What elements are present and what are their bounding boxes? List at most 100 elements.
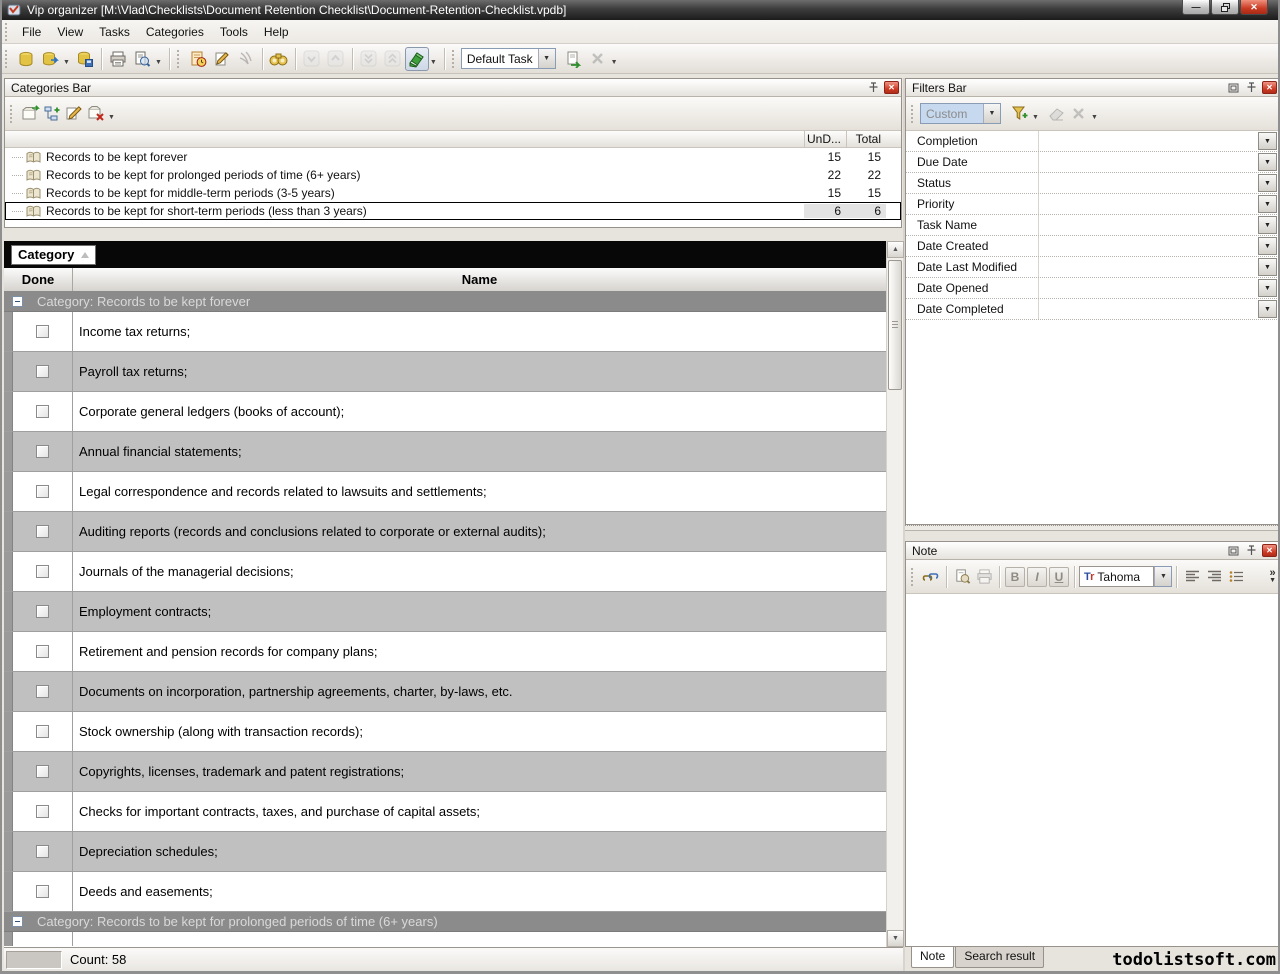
note-print-button[interactable] [973, 566, 995, 588]
new-task-button[interactable] [186, 47, 210, 71]
filter-dropdown-button[interactable]: ▼ [1258, 258, 1277, 276]
find-tasks-button[interactable] [267, 47, 291, 71]
category-tree-item[interactable]: Records to be kept for middle-term perio… [5, 184, 901, 202]
new-subcategory-button[interactable] [41, 103, 63, 125]
task-row[interactable]: Annual financial statements; [4, 432, 886, 472]
filter-value-cell[interactable] [1038, 131, 1258, 151]
filters-restore-icon[interactable] [1226, 81, 1241, 94]
filter-dropdown-button[interactable]: ▼ [1258, 174, 1277, 192]
menu-tasks[interactable]: Tasks [91, 22, 138, 42]
filter-value-cell[interactable] [1038, 278, 1258, 298]
task-template-dropdown[interactable]: ▼ [538, 49, 555, 68]
column-total[interactable]: Total [846, 131, 886, 147]
new-database-button[interactable] [14, 47, 38, 71]
add-filter-button[interactable] [1009, 103, 1031, 125]
filter-dropdown-button[interactable]: ▼ [1258, 279, 1277, 297]
filter-preset-dropdown[interactable]: ▼ [983, 104, 1000, 123]
task-checkbox[interactable] [36, 565, 49, 578]
filter-dropdown-button[interactable]: ▼ [1258, 195, 1277, 213]
column-undone[interactable]: UnD... [804, 131, 846, 147]
category-group-row[interactable]: Category: Records to be kept forever [4, 292, 886, 312]
task-row[interactable]: Documents on incorporation, partnership … [4, 672, 886, 712]
note-pin-icon[interactable] [1244, 544, 1259, 557]
new-category-button[interactable] [19, 103, 41, 125]
insert-link-button[interactable] [920, 566, 942, 588]
move-top-button[interactable] [381, 47, 405, 71]
save-database-button[interactable] [73, 47, 97, 71]
print-preview-button[interactable] [130, 47, 154, 71]
horizontal-splitter[interactable] [905, 525, 1280, 541]
task-checkbox[interactable] [36, 845, 49, 858]
open-database-dropdown[interactable]: ▼ [63, 59, 70, 66]
task-checkbox[interactable] [36, 765, 49, 778]
filter-dropdown-button[interactable]: ▼ [1258, 300, 1277, 318]
delete-template-button[interactable] [586, 47, 610, 71]
filters-close-button[interactable]: ✕ [1262, 81, 1277, 94]
edit-task-button[interactable] [210, 47, 234, 71]
clear-filter-button[interactable] [1046, 103, 1068, 125]
menu-categories[interactable]: Categories [138, 22, 212, 42]
task-row[interactable]: Journals of the managerial decisions; [4, 552, 886, 592]
task-checkbox[interactable] [36, 525, 49, 538]
open-database-button[interactable] [38, 47, 62, 71]
note-editor[interactable] [906, 594, 1279, 946]
filter-dropdown-button[interactable]: ▼ [1258, 132, 1277, 150]
delete-task-button[interactable] [234, 47, 258, 71]
filter-dropdown-button[interactable]: ▼ [1258, 216, 1277, 234]
bold-button[interactable]: B [1005, 567, 1025, 587]
task-row[interactable]: Stock ownership (along with transaction … [4, 712, 886, 752]
menu-tools[interactable]: Tools [212, 22, 256, 42]
filter-value-cell[interactable] [1038, 194, 1258, 214]
toolbar-overflow-button[interactable]: » ▼ [1269, 569, 1276, 585]
categories-toolbar-dropdown[interactable]: ▼ [108, 114, 115, 121]
filter-dropdown-button[interactable]: ▼ [1258, 237, 1277, 255]
task-row[interactable]: Copyrights, licenses, trademark and pate… [4, 752, 886, 792]
apply-template-button[interactable] [562, 47, 586, 71]
task-row[interactable]: Employment contracts; [4, 592, 886, 632]
scroll-down-icon[interactable]: ▼ [887, 930, 904, 947]
task-checkbox[interactable] [36, 605, 49, 618]
align-right-icon[interactable] [1203, 566, 1225, 588]
print-button[interactable] [106, 47, 130, 71]
task-checkbox[interactable] [36, 725, 49, 738]
task-row[interactable]: Retirement and pension records for compa… [4, 632, 886, 672]
task-checkbox[interactable] [36, 645, 49, 658]
task-row[interactable]: Depreciation schedules; [4, 832, 886, 872]
filter-value-cell[interactable] [1038, 257, 1258, 277]
task-row[interactable]: Deeds and easements; [4, 872, 886, 912]
note-preview-button[interactable] [951, 566, 973, 588]
align-left-icon[interactable] [1181, 566, 1203, 588]
bullet-list-icon[interactable] [1225, 566, 1247, 588]
header-done[interactable]: Done [4, 272, 72, 287]
filters-toolbar-dropdown[interactable]: ▼ [1091, 114, 1098, 121]
task-row[interactable]: Income tax returns; [4, 312, 886, 352]
minimize-button[interactable]: — [1182, 0, 1210, 15]
task-checkbox[interactable] [36, 325, 49, 338]
note-close-button[interactable]: ✕ [1262, 544, 1277, 557]
underline-button[interactable]: U [1049, 567, 1069, 587]
group-by-chip[interactable]: Category [11, 245, 96, 265]
notebook-view-button[interactable] [405, 47, 429, 71]
move-down-button[interactable] [300, 47, 324, 71]
categories-pin-icon[interactable] [866, 81, 881, 94]
category-tree-item[interactable]: Records to be kept for short-term period… [5, 202, 901, 220]
edit-category-button[interactable] [63, 103, 85, 125]
move-up-button[interactable] [324, 47, 348, 71]
menu-view[interactable]: View [49, 22, 91, 42]
add-filter-dropdown[interactable]: ▼ [1032, 114, 1039, 121]
task-checkbox[interactable] [36, 805, 49, 818]
delete-category-button[interactable] [85, 103, 107, 125]
italic-button[interactable]: I [1027, 567, 1047, 587]
tab-note[interactable]: Note [911, 947, 954, 968]
task-checkbox[interactable] [36, 405, 49, 418]
filters-pin-icon[interactable] [1244, 81, 1259, 94]
menu-file[interactable]: File [14, 22, 49, 42]
task-row[interactable]: Auditing reports (records and conclusion… [4, 512, 886, 552]
collapse-icon[interactable] [12, 296, 23, 307]
task-row[interactable]: Corporate general ledgers (books of acco… [4, 392, 886, 432]
task-checkbox[interactable] [36, 685, 49, 698]
task-checkbox[interactable] [36, 445, 49, 458]
tab-search-result[interactable]: Search result [955, 947, 1044, 968]
filter-preset-select[interactable]: Custom ▼ [920, 103, 1001, 124]
restore-button[interactable] [1211, 0, 1239, 15]
